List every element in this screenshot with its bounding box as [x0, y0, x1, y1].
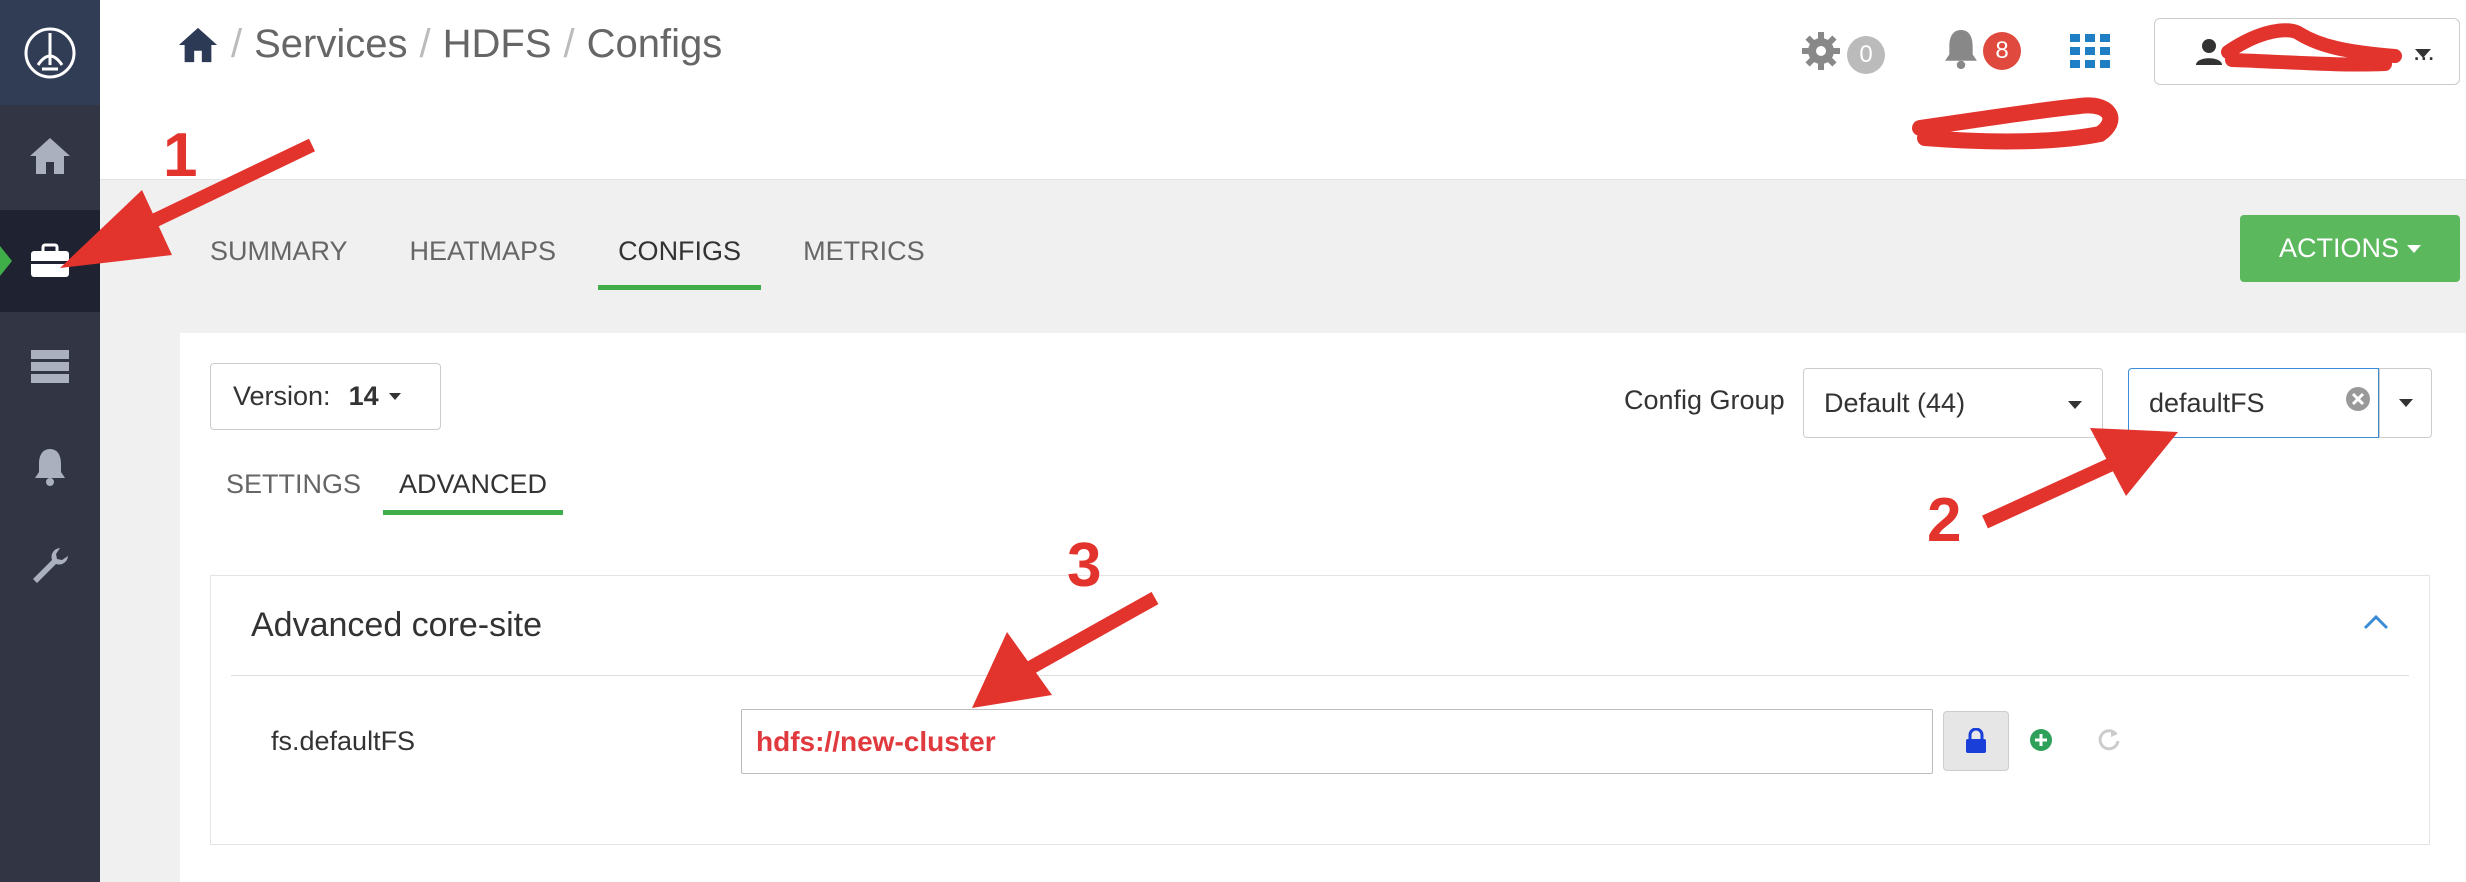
- tab-configs[interactable]: CONFIGS: [598, 230, 762, 290]
- clear-filter-button[interactable]: [2345, 386, 2371, 417]
- sidebar: [0, 0, 100, 882]
- section-title[interactable]: Advanced core-site: [251, 606, 542, 645]
- tab-advanced[interactable]: ADVANCED: [383, 463, 564, 515]
- chevron-down-icon: [2415, 49, 2431, 58]
- tab-settings[interactable]: SETTINGS: [210, 463, 377, 513]
- home-icon: [30, 138, 70, 174]
- home-icon[interactable]: [177, 25, 219, 65]
- version-label: Version:: [233, 381, 331, 411]
- config-group-select[interactable]: Default (44): [1803, 368, 2103, 438]
- version-number: 14: [348, 381, 379, 411]
- property-name: fs.defaultFS: [271, 726, 416, 756]
- config-sub-tabs: SETTINGS ADVANCED: [210, 463, 569, 515]
- config-group-label: Config Group: [1624, 385, 1785, 415]
- sidebar-item-services[interactable]: [0, 210, 100, 312]
- briefcase-icon: [31, 243, 69, 277]
- user-menu-dropdown[interactable]: ...: [2154, 18, 2460, 85]
- version-dropdown[interactable]: Version: 14: [210, 363, 441, 430]
- collapse-button[interactable]: [2363, 614, 2389, 635]
- chevron-down-icon: [2398, 399, 2413, 407]
- actions-label: ACTIONS: [2278, 233, 2399, 263]
- undo-icon: [2098, 729, 2120, 751]
- sidebar-item-dashboard[interactable]: [0, 105, 100, 207]
- views-menu-button[interactable]: [2070, 34, 2110, 73]
- property-value-input[interactable]: hdfs://new-cluster: [741, 709, 1933, 774]
- bell-icon: [1945, 30, 1977, 70]
- sidebar-item-hosts[interactable]: [0, 315, 100, 417]
- alerts-count-badge: 8: [1983, 32, 2021, 70]
- chevron-down-icon: [2407, 244, 2421, 253]
- breadcrumb-separator: /: [231, 22, 243, 66]
- bell-icon: [35, 449, 65, 486]
- service-tabs: SUMMARY HEATMAPS CONFIGS METRICS: [190, 230, 967, 290]
- background-ops-button[interactable]: [1800, 30, 1842, 77]
- plus-circle-icon: [2030, 729, 2052, 751]
- advanced-core-site-section: Advanced core-site fs.defaultFS hdfs://n…: [210, 575, 2430, 845]
- gear-icon: [1802, 32, 1840, 70]
- top-header: / Services / HDFS / Configs 0 8 ...: [100, 0, 2466, 180]
- final-lock-button[interactable]: [1943, 711, 2009, 771]
- filter-options-button[interactable]: [2379, 368, 2432, 438]
- server-icon: [31, 350, 69, 383]
- annotation-number-1: 1: [163, 121, 198, 190]
- grid-icon: [2070, 34, 2110, 68]
- breadcrumb-hdfs[interactable]: HDFS: [443, 22, 552, 67]
- annotation-number-3: 3: [1067, 531, 1102, 600]
- override-button[interactable]: [2029, 728, 2053, 757]
- chevron-up-icon: [2363, 614, 2389, 630]
- wrench-icon: [33, 548, 68, 583]
- divider: [231, 675, 2409, 676]
- actions-button[interactable]: ACTIONS: [2240, 215, 2460, 282]
- undo-button[interactable]: [2096, 726, 2122, 757]
- chevron-down-icon: [2068, 401, 2082, 409]
- alerts-button[interactable]: [1943, 26, 1979, 75]
- close-circle-icon: [2346, 387, 2370, 411]
- tab-heatmaps[interactable]: HEATMAPS: [390, 230, 577, 280]
- breadcrumb-configs: Configs: [586, 22, 723, 66]
- sidebar-item-alerts[interactable]: [0, 415, 100, 517]
- user-icon: [2196, 38, 2222, 65]
- chevron-down-icon: [388, 393, 401, 400]
- breadcrumb-separator: /: [419, 22, 431, 66]
- sidebar-item-admin[interactable]: [0, 515, 100, 617]
- breadcrumb-services[interactable]: Services: [254, 22, 407, 67]
- breadcrumb: / Services / HDFS / Configs: [177, 22, 722, 67]
- ops-count-badge: 0: [1847, 36, 1885, 74]
- ambari-logo[interactable]: [0, 0, 100, 105]
- tab-summary[interactable]: SUMMARY: [190, 230, 368, 280]
- config-filter-input[interactable]: defaultFS: [2128, 368, 2379, 438]
- config-group-value: Default (44): [1824, 387, 1966, 418]
- tab-metrics[interactable]: METRICS: [783, 230, 945, 280]
- breadcrumb-separator: /: [563, 22, 575, 66]
- filter-value: defaultFS: [2149, 387, 2265, 418]
- annotation-number-2: 2: [1927, 486, 1962, 555]
- lock-icon: [1966, 728, 1986, 753]
